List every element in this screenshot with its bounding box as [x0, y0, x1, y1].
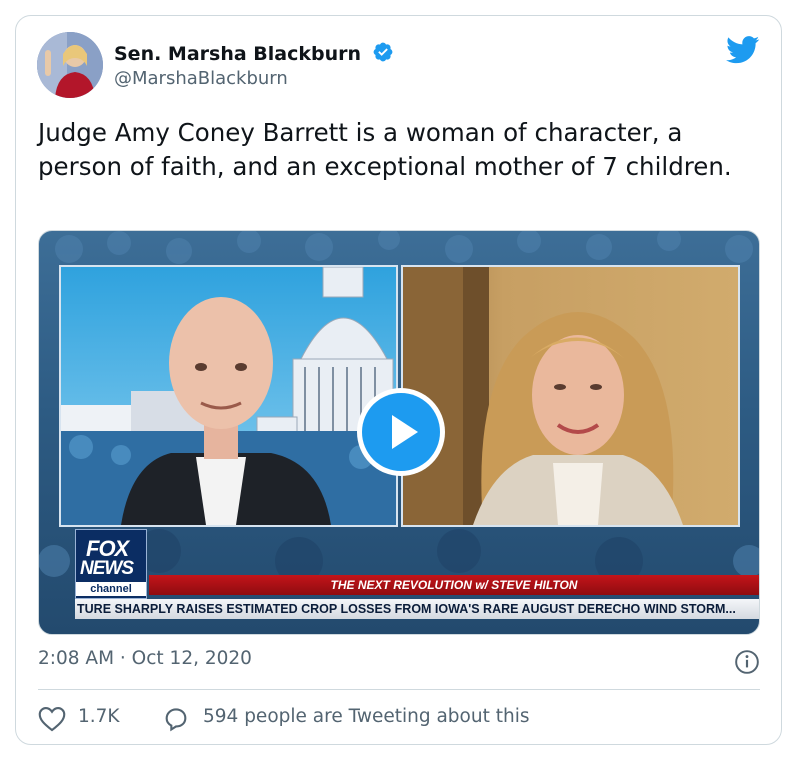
author-name[interactable]: Sen. Marsha Blackburn: [114, 43, 361, 65]
logo-line-3: channel: [76, 582, 146, 596]
verified-badge-icon: [373, 42, 393, 62]
play-icon: [392, 415, 418, 449]
like-count[interactable]: 1.7K: [78, 706, 120, 727]
twitter-bird-icon[interactable]: [726, 36, 760, 64]
video-player[interactable]: FOX NEWS channel THE NEXT REVOLUTION w/ …: [38, 230, 760, 635]
info-icon[interactable]: [734, 649, 760, 675]
tweeting-about-link[interactable]: 594 people are Tweeting about this: [203, 706, 529, 727]
author-name-row[interactable]: Sen. Marsha Blackburn: [114, 41, 394, 65]
play-button[interactable]: [357, 388, 445, 476]
news-ticker: TURE SHARPLY RAISES ESTIMATED CROP LOSSE…: [75, 599, 759, 619]
reply-bubble-icon[interactable]: [162, 705, 190, 733]
show-title-bar: THE NEXT REVOLUTION w/ STEVE HILTON: [149, 575, 759, 595]
avatar-photo: [37, 32, 103, 98]
tweet-text: Judge Amy Coney Barrett is a woman of ch…: [38, 118, 732, 181]
broadcast-lower-third: FOX NEWS channel THE NEXT REVOLUTION w/ …: [75, 529, 759, 621]
host-scene: [61, 267, 396, 525]
tweet-timestamp[interactable]: 2:08 AM · Oct 12, 2020: [38, 648, 252, 669]
avatar[interactable]: [37, 32, 103, 98]
host-video-panel: [59, 265, 398, 527]
divider: [38, 689, 760, 690]
fox-news-logo: FOX NEWS channel: [75, 529, 147, 599]
heart-icon[interactable]: [38, 706, 66, 732]
play-button-circle: [362, 393, 440, 471]
logo-line-2: NEWS: [80, 558, 134, 579]
guest-video-panel: [401, 265, 740, 527]
guest-scene: [403, 267, 683, 525]
author-handle[interactable]: @MarshaBlackburn: [114, 68, 288, 89]
